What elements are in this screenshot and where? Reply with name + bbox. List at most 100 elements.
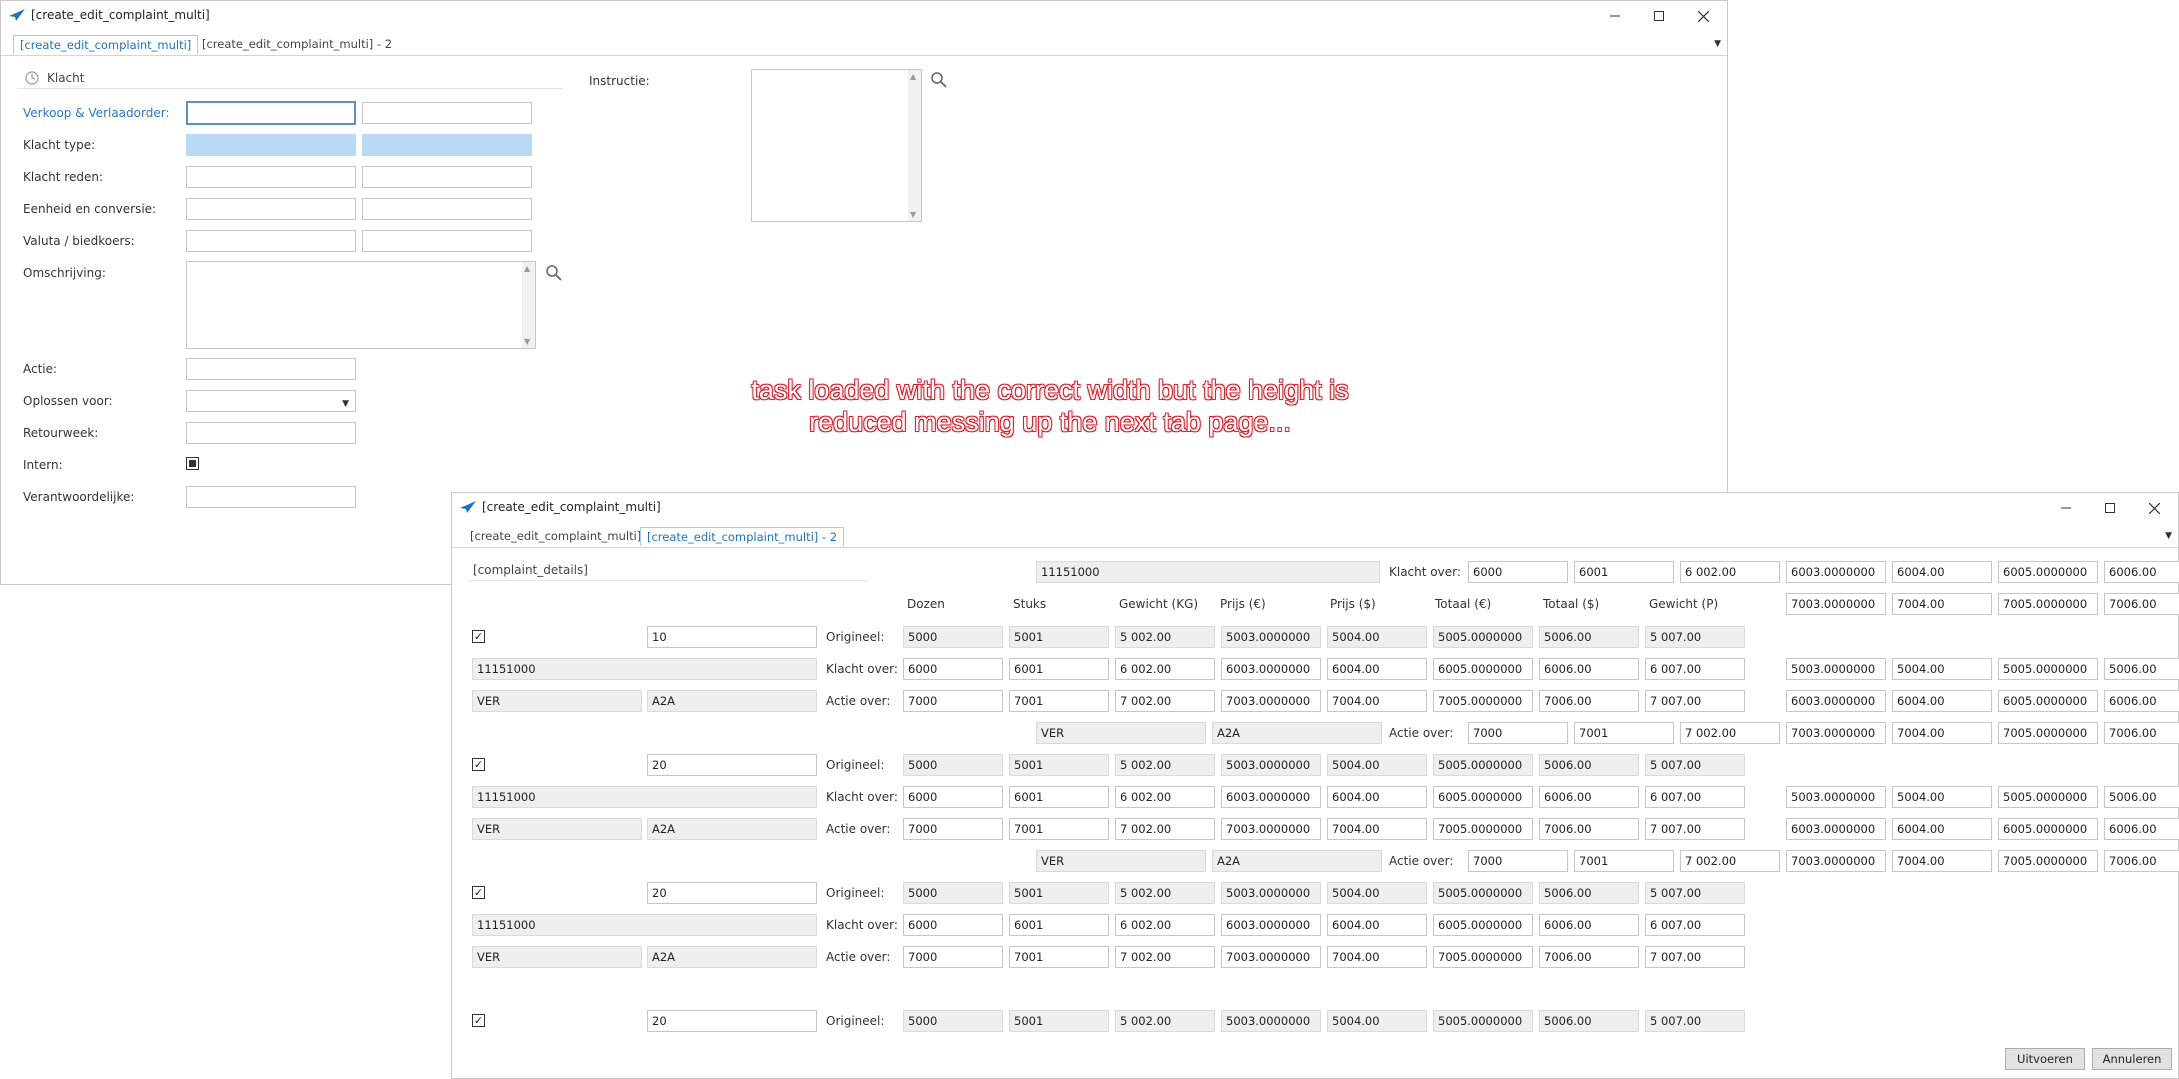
klacht-field-g0-6[interactable]: 6006.00 <box>1539 658 1639 680</box>
klacht-reden-input-1[interactable] <box>186 166 356 188</box>
tab-complaint-1[interactable]: [create_edit_complaint_multi] <box>13 35 199 54</box>
label-verkoop[interactable]: Verkoop & Verlaadorder: <box>23 106 169 120</box>
klacht-reden-input-2[interactable] <box>362 166 532 188</box>
actie-field-g1-6[interactable]: 7006.00 <box>1539 818 1639 840</box>
right-actie-g0-3[interactable]: 6006.00 <box>2104 690 2179 712</box>
mid-actie-field-g0-5[interactable]: 7005.0000000 <box>1998 722 2098 744</box>
klacht-field-g1-1[interactable]: 6001 <box>1009 786 1109 808</box>
klacht-field-g1-7[interactable]: 6 007.00 <box>1645 786 1745 808</box>
top-row-field-3[interactable]: 6003.0000000 <box>1786 561 1886 583</box>
actie-field-g2-0[interactable]: 7000 <box>903 946 1003 968</box>
klacht-type-input-1[interactable] <box>186 134 356 156</box>
actie-field-g1-3[interactable]: 7003.0000000 <box>1221 818 1321 840</box>
instructie-textarea[interactable]: ▲ ▼ <box>751 69 922 222</box>
right-klacht-g0-3[interactable]: 5006.00 <box>2104 658 2179 680</box>
tab-complaint-2[interactable]: [create_edit_complaint_multi] - 2 <box>196 35 398 53</box>
minimize-button-2[interactable] <box>2044 495 2088 521</box>
retourweek-input[interactable] <box>186 422 356 444</box>
tab-menu-arrow-icon[interactable]: ▼ <box>1714 39 1721 49</box>
klacht-field-g2-6[interactable]: 6006.00 <box>1539 914 1639 936</box>
top-row-field-2[interactable]: 6 002.00 <box>1680 561 1780 583</box>
actie-field-g2-5[interactable]: 7005.0000000 <box>1433 946 1533 968</box>
omschrijving-search-icon[interactable] <box>545 264 563 282</box>
actie-input[interactable] <box>186 358 356 380</box>
right-klacht-g0-2[interactable]: 5005.0000000 <box>1998 658 2098 680</box>
verantwoordelijke-input[interactable] <box>186 486 356 508</box>
actie-field-g2-3[interactable]: 7003.0000000 <box>1221 946 1321 968</box>
actie-field-g0-0[interactable]: 7000 <box>903 690 1003 712</box>
actie-field-g0-4[interactable]: 7004.00 <box>1327 690 1427 712</box>
mid-actie-field-g0-3[interactable]: 7003.0000000 <box>1786 722 1886 744</box>
valuta-input-2[interactable] <box>362 230 532 252</box>
actie-field-g0-1[interactable]: 7001 <box>1009 690 1109 712</box>
qty-input-3[interactable]: 20 <box>647 1010 817 1032</box>
mid-actie-field-g0-6[interactable]: 7006.00 <box>2104 722 2179 744</box>
actie-field-g1-0[interactable]: 7000 <box>903 818 1003 840</box>
omschrijving-textarea[interactable]: ▲ ▼ <box>186 261 536 349</box>
actie-field-g0-2[interactable]: 7 002.00 <box>1115 690 1215 712</box>
right-actie-g1-1[interactable]: 6004.00 <box>1892 818 1992 840</box>
right-actie-g1-3[interactable]: 6006.00 <box>2104 818 2179 840</box>
klacht-field-g1-6[interactable]: 6006.00 <box>1539 786 1639 808</box>
mid-actie-field-g0-2[interactable]: 7 002.00 <box>1680 722 1780 744</box>
mid-actie-field-g1-3[interactable]: 7003.0000000 <box>1786 850 1886 872</box>
klacht-field-g2-4[interactable]: 6004.00 <box>1327 914 1427 936</box>
tab-complaint-2[interactable]: [create_edit_complaint_multi] - 2 <box>640 527 845 546</box>
actie-field-g2-4[interactable]: 7004.00 <box>1327 946 1427 968</box>
klacht-field-g1-0[interactable]: 6000 <box>903 786 1003 808</box>
klacht-field-g0-5[interactable]: 6005.0000000 <box>1433 658 1533 680</box>
klacht-type-input-2[interactable] <box>362 134 532 156</box>
klacht-field-g2-0[interactable]: 6000 <box>903 914 1003 936</box>
klacht-field-g1-3[interactable]: 6003.0000000 <box>1221 786 1321 808</box>
actie-field-g0-3[interactable]: 7003.0000000 <box>1221 690 1321 712</box>
right-actie-g1-2[interactable]: 6005.0000000 <box>1998 818 2098 840</box>
right-klacht-g1-0[interactable]: 5003.0000000 <box>1786 786 1886 808</box>
eenheid-input-2[interactable] <box>362 198 532 220</box>
top-row-field-4[interactable]: 6004.00 <box>1892 561 1992 583</box>
minimize-button[interactable] <box>1593 3 1637 29</box>
klacht-field-g0-1[interactable]: 6001 <box>1009 658 1109 680</box>
klacht-field-g2-5[interactable]: 6005.0000000 <box>1433 914 1533 936</box>
mid-actie-field-g0-1[interactable]: 7001 <box>1574 722 1674 744</box>
oplossen-select[interactable]: ▼ <box>186 390 356 412</box>
mid-actie-field-g1-4[interactable]: 7004.00 <box>1892 850 1992 872</box>
maximize-button[interactable] <box>1637 3 1681 29</box>
actie-field-g1-1[interactable]: 7001 <box>1009 818 1109 840</box>
right-klacht-g1-2[interactable]: 5005.0000000 <box>1998 786 2098 808</box>
top-row2-field-1[interactable]: 7004.00 <box>1892 593 1992 615</box>
right-klacht-g1-1[interactable]: 5004.00 <box>1892 786 1992 808</box>
top-row-field-0[interactable]: 6000 <box>1468 561 1568 583</box>
tab-menu-arrow-icon[interactable]: ▼ <box>2165 531 2172 541</box>
klacht-field-g0-7[interactable]: 6 007.00 <box>1645 658 1745 680</box>
top-row2-field-0[interactable]: 7003.0000000 <box>1786 593 1886 615</box>
klacht-field-g0-2[interactable]: 6 002.00 <box>1115 658 1215 680</box>
eenheid-input-1[interactable] <box>186 198 356 220</box>
actie-field-g2-7[interactable]: 7 007.00 <box>1645 946 1745 968</box>
intern-checkbox[interactable] <box>186 457 199 470</box>
verkoop-input-1[interactable] <box>186 101 356 125</box>
verkoop-input-2[interactable] <box>362 102 532 124</box>
row-checkbox-3[interactable]: ✓ <box>472 1014 485 1027</box>
right-actie-g0-1[interactable]: 6004.00 <box>1892 690 1992 712</box>
klacht-field-g1-5[interactable]: 6005.0000000 <box>1433 786 1533 808</box>
scroll-down-icon[interactable]: ▼ <box>910 210 916 219</box>
actie-field-g1-7[interactable]: 7 007.00 <box>1645 818 1745 840</box>
klacht-field-g1-2[interactable]: 6 002.00 <box>1115 786 1215 808</box>
scroll-up-icon[interactable]: ▲ <box>910 72 916 81</box>
mid-actie-field-g0-0[interactable]: 7000 <box>1468 722 1568 744</box>
mid-actie-field-g1-2[interactable]: 7 002.00 <box>1680 850 1780 872</box>
omschrijving-scrollbar[interactable]: ▲ ▼ <box>522 262 535 348</box>
scroll-up-icon[interactable]: ▲ <box>524 264 530 273</box>
annuleren-button[interactable]: Annuleren <box>2092 1048 2172 1070</box>
qty-input-2[interactable]: 20 <box>647 882 817 904</box>
actie-field-g1-5[interactable]: 7005.0000000 <box>1433 818 1533 840</box>
valuta-input-1[interactable] <box>186 230 356 252</box>
klacht-field-g2-7[interactable]: 6 007.00 <box>1645 914 1745 936</box>
right-actie-g1-0[interactable]: 6003.0000000 <box>1786 818 1886 840</box>
tab-complaint-1[interactable]: [create_edit_complaint_multi] <box>464 527 647 545</box>
right-actie-g0-0[interactable]: 6003.0000000 <box>1786 690 1886 712</box>
actie-field-g1-2[interactable]: 7 002.00 <box>1115 818 1215 840</box>
top-row-field-5[interactable]: 6005.0000000 <box>1998 561 2098 583</box>
klacht-field-g2-1[interactable]: 6001 <box>1009 914 1109 936</box>
instructie-scrollbar[interactable]: ▲ ▼ <box>908 70 921 221</box>
